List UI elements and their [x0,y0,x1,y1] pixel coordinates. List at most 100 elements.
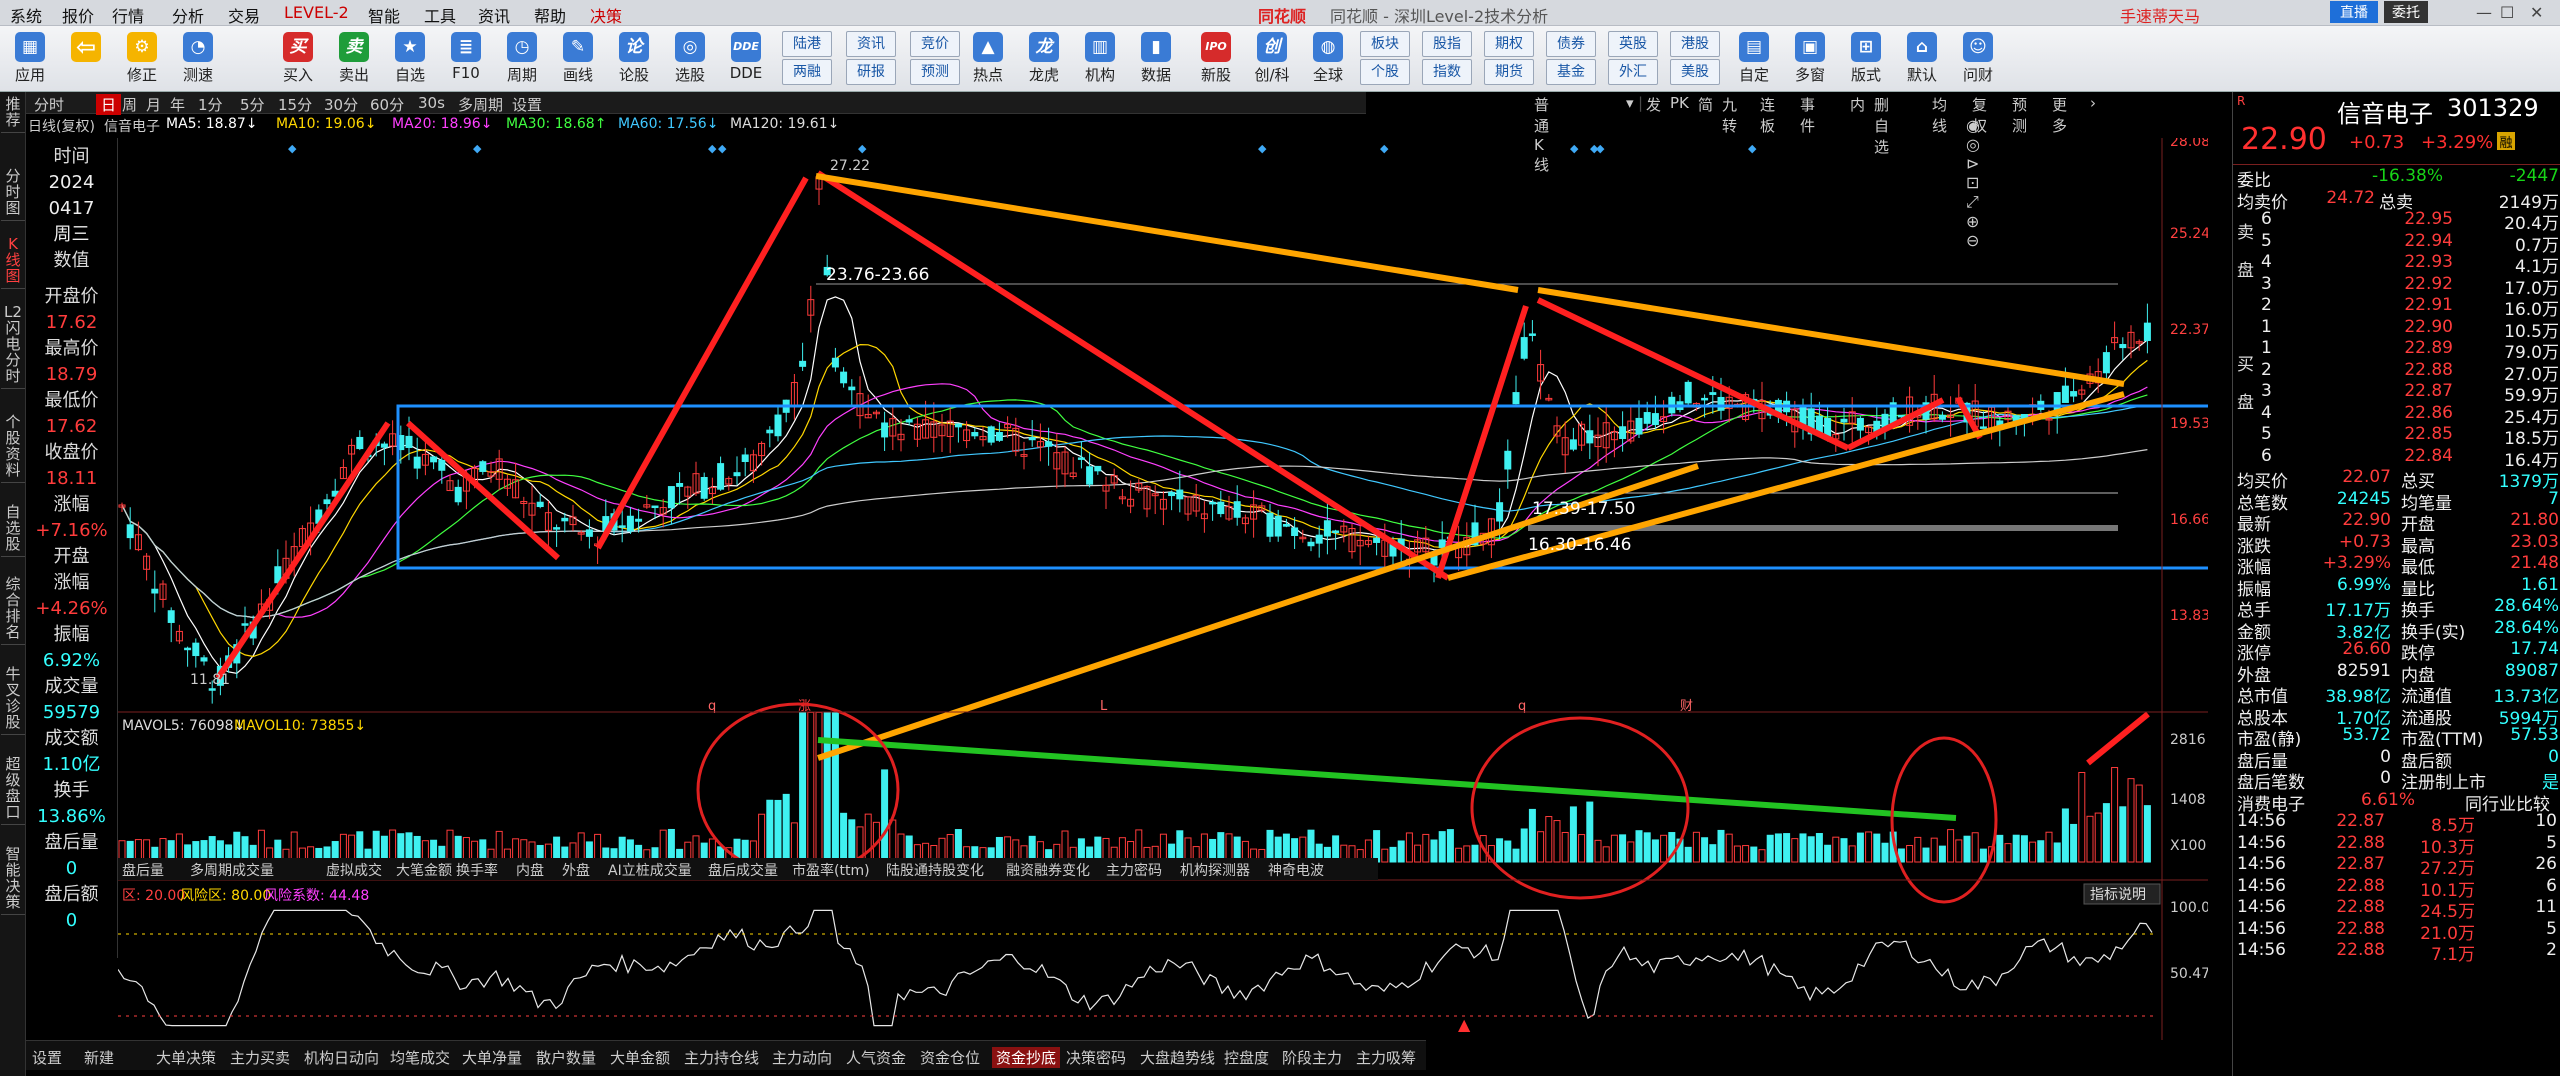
tab-avg-trade[interactable]: 均笔成交 [390,1047,450,1068]
menu-help[interactable]: 帮助 [534,3,566,27]
draw-button[interactable]: ✎ 画线 [552,30,604,88]
tool-fa[interactable]: 发 [1646,94,1661,115]
tab-inst-daily[interactable]: 机构日动向 [304,1047,379,1068]
menu-news[interactable]: 资讯 [478,3,510,27]
maximize-icon[interactable]: ☐ [2500,3,2514,22]
tab-main-trade[interactable]: 主力买卖 [230,1047,290,1068]
tab-profile[interactable]: 个股资料 [1,410,25,483]
speedtest-button[interactable]: ◔ 测速 [172,30,224,88]
period-timeline[interactable]: 分时 [34,94,64,115]
period-week[interactable]: 周 [122,94,137,115]
menu-trade[interactable]: 交易 [228,3,260,27]
period-30s[interactable]: 30s [418,94,445,112]
hotspot-button[interactable]: ▲ 热点 [962,30,1014,88]
default-button[interactable]: ⌂ 默认 [1896,30,1948,88]
period-month[interactable]: 月 [146,94,161,115]
period-button[interactable]: ◷ 周期 [496,30,548,88]
buy-button[interactable]: 买买入 [272,30,324,88]
panel-us[interactable]: 美股 [1670,59,1720,85]
kline-chart[interactable]: ◆ ◆ ◆ ◆ ◆ ◆ ◆ ◆ ◆◆ ◆q 涨 Lq 财 27.22 23.76-23.66 11.81… [118,138,2208,1058]
tab-recommend[interactable]: 推荐 [1,92,25,133]
multiwindow-button[interactable]: ▣ 多窗 [1784,30,1836,88]
tool-more[interactable]: 更多 [2052,94,2067,136]
forum-button[interactable]: 论论股 [608,30,660,88]
panel-auction[interactable]: 竞价 [910,31,960,57]
panel-sector[interactable]: 板块 [1360,31,1410,57]
tab-accumulate[interactable]: 主力吸筹 [1356,1047,1416,1068]
panel-news[interactable]: 资讯 [846,31,896,57]
period-1min[interactable]: 1分 [198,94,223,115]
tab-retail-count[interactable]: 散户数量 [536,1047,596,1068]
panel-options[interactable]: 期权 [1484,31,1534,57]
tab-main-position[interactable]: 主力持仓线 [684,1047,759,1068]
app-button[interactable]: ▦ 应用 [4,30,56,88]
tool-event[interactable]: 事件 [1800,94,1815,136]
tab-main-code[interactable]: 主力密码 [1106,860,1162,880]
tab-ai-volume[interactable]: AI立桩成交量 [608,860,692,880]
period-15min[interactable]: 15分 [278,94,312,115]
tool-predict[interactable]: 预测 [2012,94,2027,136]
period-year[interactable]: 年 [170,94,185,115]
tool-limit[interactable]: 连板 [1760,94,1775,136]
tool-inner[interactable]: 内 [1850,94,1865,115]
wencai-button[interactable]: ☺ 问财 [1952,30,2004,88]
tab-l2-flash[interactable]: L2闪电分时 [1,300,25,389]
period-settings[interactable]: 设置 [512,94,542,115]
tab-inner[interactable]: 内盘 [516,860,544,880]
watchlist-button[interactable]: ★ 自选 [384,30,436,88]
panel-report[interactable]: 研报 [846,59,896,85]
tab-big-order[interactable]: 大单决策 [156,1047,216,1068]
minimize-icon[interactable]: — [2476,3,2492,22]
tab-multi-volume[interactable]: 多周期成交量 [190,860,274,880]
panel-index[interactable]: 指数 [1422,59,1472,85]
ipo-button[interactable]: IPO 新股 [1190,30,1242,88]
tab-popular-fund[interactable]: 人气资金 [846,1047,906,1068]
menu-market[interactable]: 行情 [112,3,144,27]
tab-bottom-fishing[interactable]: 资金抄底 [992,1047,1061,1068]
user-name[interactable]: 手速蒂天马 [2120,3,2200,27]
tool-ninturn[interactable]: 九转 [1722,94,1737,136]
panel-margin[interactable]: 两融 [782,59,832,85]
sell-button[interactable]: 卖卖出 [328,30,380,88]
tab-diagnosis[interactable]: 牛叉诊股 [1,662,25,735]
tab-pe-ttm[interactable]: 市盈率(ttm) [792,860,870,880]
live-button[interactable]: 直播 [2330,1,2378,23]
chevron-right-icon[interactable]: › [2090,94,2096,112]
panel-futures-index[interactable]: 股指 [1422,31,1472,57]
menu-analysis[interactable]: 分析 [172,3,204,27]
institution-button[interactable]: ▥ 机构 [1074,30,1126,88]
menu-level2[interactable]: LEVEL-2 [284,3,349,22]
layout-button[interactable]: ⊞ 版式 [1840,30,1892,88]
panel-hk[interactable]: 港股 [1670,31,1720,57]
stock-picker-button[interactable]: ◎ 选股 [664,30,716,88]
tab-after-volume[interactable]: 盘后量 [122,860,164,880]
tab-super-book[interactable]: 超级盘口 [1,752,25,825]
dde-button[interactable]: DDE DDE [720,30,772,88]
tab-main-move[interactable]: 主力动向 [772,1047,832,1068]
close-icon[interactable]: ✕ [2530,3,2543,22]
tab-after-trade-volume[interactable]: 盘后成交量 [708,860,778,880]
tab-settings[interactable]: 设置 [32,1047,62,1068]
fix-button[interactable]: ⚙ 修正 [116,30,168,88]
delegate-button[interactable]: 委托 [2384,1,2428,23]
tab-institution-detector[interactable]: 机构探测器 [1180,860,1250,880]
dragon-tiger-button[interactable]: 龙龙虎 [1018,30,1070,88]
tab-timeline[interactable]: 分时图 [1,164,25,221]
tab-stage-main[interactable]: 阶段主力 [1282,1047,1342,1068]
tab-watchlist[interactable]: 自选股 [1,500,25,557]
tab-hk-holding[interactable]: 陆股通持股变化 [886,860,984,880]
menu-decision[interactable]: 决策 [590,3,622,27]
tab-margin-change[interactable]: 融资融券变化 [1006,860,1090,880]
menu-system[interactable]: 系统 [10,3,42,27]
panel-fund[interactable]: 基金 [1546,59,1596,85]
panel-futures[interactable]: 期货 [1484,59,1534,85]
chinext-button[interactable]: 创创/科 [1246,30,1298,88]
period-day[interactable]: 日 [96,94,122,115]
menu-quote[interactable]: 报价 [62,3,94,27]
period-30min[interactable]: 30分 [324,94,358,115]
tab-control[interactable]: 控盘度 [1224,1047,1269,1068]
tab-turnover[interactable]: 换手率 [456,860,498,880]
chevron-down-icon[interactable]: ▾ [1626,94,1634,112]
tab-kline[interactable]: K线图 [1,232,25,289]
menu-tools[interactable]: 工具 [424,3,456,27]
